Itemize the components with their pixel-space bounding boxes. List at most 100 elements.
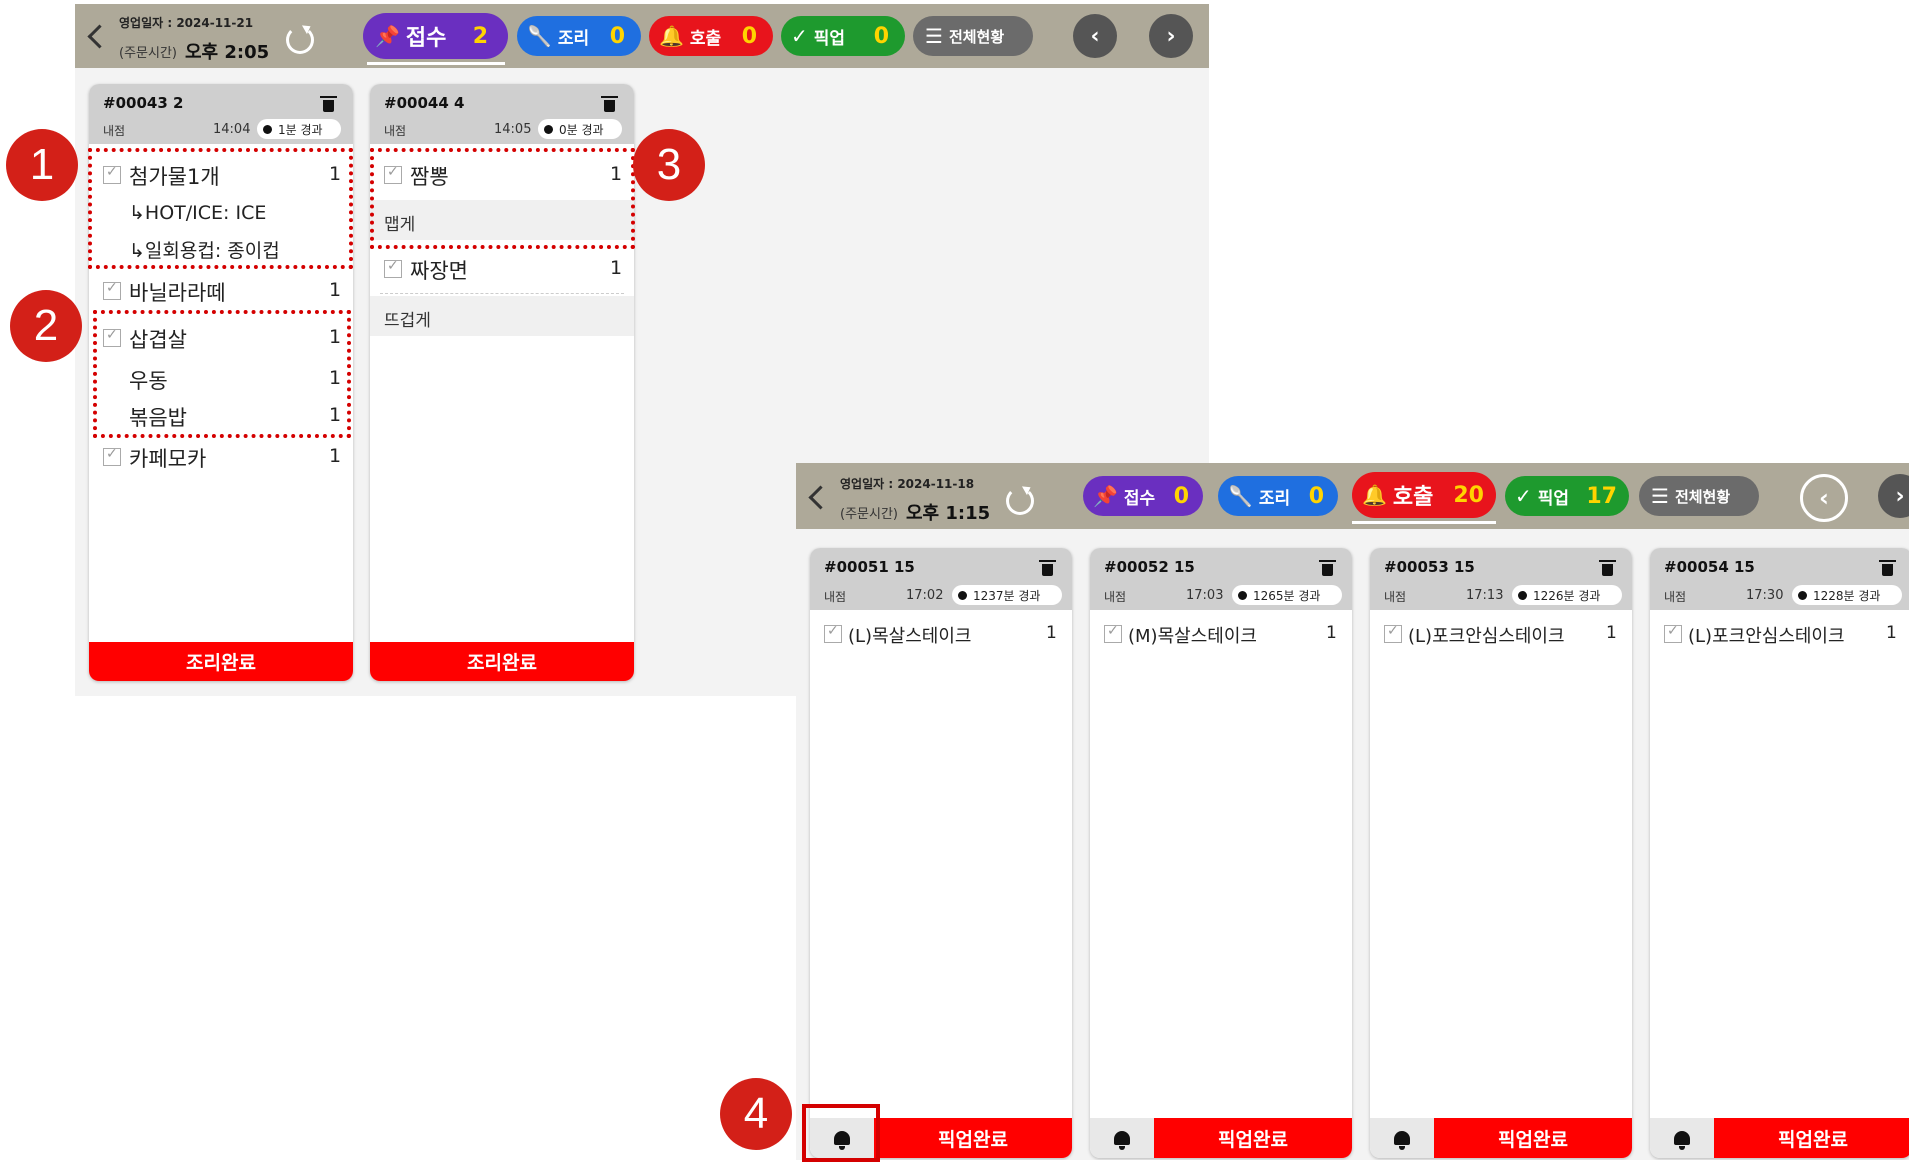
item-checkbox[interactable] xyxy=(1664,623,1682,643)
item-qty: 1 xyxy=(329,279,342,301)
order-card-header: #00043 2 내점 14:04 1분 경과 xyxy=(89,84,353,144)
back-icon[interactable] xyxy=(87,24,112,49)
tab-cooking[interactable]: 🥄 조리 0 xyxy=(517,16,641,56)
bell-icon: 🔔 xyxy=(659,24,684,48)
pin-icon: 📌 xyxy=(1093,484,1118,508)
highlight-box-4 xyxy=(802,1104,880,1162)
order-card-header: #00053 15 내점 17:13 1226분 경과 xyxy=(1370,548,1632,610)
back-icon[interactable] xyxy=(808,485,833,510)
item-qty: 1 xyxy=(1606,623,1617,643)
elapsed-badge: 1분 경과 xyxy=(257,119,341,139)
step-marker-3: 3 xyxy=(633,129,705,201)
order-time: 17:13 xyxy=(1466,588,1504,603)
item-qty: 1 xyxy=(1046,623,1057,643)
item-checkbox[interactable] xyxy=(824,623,842,643)
order-time: 17:02 xyxy=(906,588,944,603)
pickup-complete-button[interactable]: 픽업완료 xyxy=(1434,1118,1632,1158)
refresh-icon[interactable] xyxy=(1006,487,1034,515)
call-bell-button[interactable] xyxy=(1370,1118,1434,1158)
tab-count: 0 xyxy=(609,23,625,49)
order-number: #00043 2 xyxy=(103,94,184,112)
menu-icon: ☰ xyxy=(925,24,943,48)
item-qty: 1 xyxy=(1326,623,1337,643)
kds-screen-2: 영업일자 : 2024-11-18 (주문시간) 오후 1:15 📌 접수 0 … xyxy=(796,463,1909,1160)
trash-icon[interactable] xyxy=(601,96,618,112)
divider xyxy=(380,293,624,294)
tab-overview[interactable]: ☰ 전체현황 xyxy=(913,16,1033,56)
order-card[interactable]: #00051 15 내점 17:02 1237분 경과 (L)목살스테이크 1 … xyxy=(810,548,1072,1158)
call-bell-button[interactable] xyxy=(1650,1118,1714,1158)
tab-call[interactable]: 🔔 호출 0 xyxy=(649,16,773,56)
bell-icon xyxy=(1394,1131,1410,1150)
order-number: #00044 4 xyxy=(384,94,465,112)
step-marker-4: 4 xyxy=(720,1078,792,1150)
tab-call[interactable]: 🔔 호출 20 xyxy=(1352,472,1496,518)
order-time: 오후 2:05 xyxy=(185,42,270,63)
item-checkbox[interactable] xyxy=(103,280,121,300)
order-type: 내점 xyxy=(384,124,407,138)
trash-icon[interactable] xyxy=(1599,560,1616,576)
trash-icon[interactable] xyxy=(1879,560,1896,576)
order-time: 14:05 xyxy=(494,122,532,137)
next-page-button[interactable]: › xyxy=(1878,474,1909,518)
prev-page-button[interactable]: ‹ xyxy=(1800,474,1848,522)
tab-count: 2 xyxy=(472,23,488,49)
tab-count: 17 xyxy=(1586,483,1617,509)
clock-icon xyxy=(958,590,967,600)
tab-pickup[interactable]: ✓ 픽업 0 xyxy=(781,16,905,56)
cook-complete-button[interactable]: 조리완료 xyxy=(89,642,353,681)
cook-complete-button[interactable]: 조리완료 xyxy=(370,642,634,681)
item-name: 카페모카 xyxy=(129,447,207,471)
order-number: #00052 15 xyxy=(1104,558,1195,576)
tab-count: 0 xyxy=(1308,483,1324,509)
order-number: #00053 15 xyxy=(1384,558,1475,576)
pickup-complete-button[interactable]: 픽업완료 xyxy=(1154,1118,1352,1158)
clock-icon xyxy=(263,124,272,134)
call-bell-button[interactable] xyxy=(1090,1118,1154,1158)
business-date: 영업일자 : 2024-11-21 xyxy=(119,16,254,30)
tab-received[interactable]: 📌 접수 2 xyxy=(363,13,508,59)
item-checkbox[interactable] xyxy=(103,446,121,466)
order-card[interactable]: #00052 15 내점 17:03 1265분 경과 (M)목살스테이크 1 … xyxy=(1090,548,1352,1158)
elapsed-badge: 0분 경과 xyxy=(538,119,622,139)
pin-icon: 📌 xyxy=(375,24,400,48)
order-card[interactable]: #00054 15 내점 17:30 1228분 경과 (L)포크안심스테이크 … xyxy=(1650,548,1909,1158)
next-page-button[interactable]: › xyxy=(1149,14,1193,58)
item-checkbox[interactable] xyxy=(1104,623,1122,643)
ladle-icon: 🥄 xyxy=(1228,484,1253,508)
item-name: (L)포크안심스테이크 xyxy=(1688,626,1845,647)
trash-icon[interactable] xyxy=(320,96,337,112)
order-time: 14:04 xyxy=(213,122,251,137)
tab-overview[interactable]: ☰ 전체현황 xyxy=(1639,476,1759,516)
tab-pickup[interactable]: ✓ 픽업 17 xyxy=(1505,476,1629,516)
bell-icon xyxy=(1114,1131,1130,1150)
tab-count: 0 xyxy=(741,23,757,49)
order-type: 내점 xyxy=(103,124,126,138)
trash-icon[interactable] xyxy=(1039,560,1056,576)
order-time: 오후 1:15 xyxy=(906,503,991,524)
order-card-header: #00054 15 내점 17:30 1228분 경과 xyxy=(1650,548,1909,610)
item-name: (L)목살스테이크 xyxy=(848,626,972,647)
order-time-label: (주문시간) xyxy=(119,46,177,61)
pickup-complete-button[interactable]: 픽업완료 xyxy=(1714,1118,1909,1158)
clock-icon xyxy=(1238,590,1247,600)
elapsed-badge: 1226분 경과 xyxy=(1512,585,1622,605)
order-type: 내점 xyxy=(1104,590,1127,604)
item-checkbox[interactable] xyxy=(384,258,402,278)
refresh-icon[interactable] xyxy=(286,26,314,54)
tab-received[interactable]: 📌 접수 0 xyxy=(1083,476,1203,516)
pickup-complete-button[interactable]: 픽업완료 xyxy=(874,1118,1072,1158)
business-date: 영업일자 : 2024-11-18 xyxy=(840,477,975,491)
tab-count: 0 xyxy=(873,23,889,49)
item-name: 짜장면 xyxy=(410,259,468,283)
order-card[interactable]: #00053 15 내점 17:13 1226분 경과 (L)포크안심스테이크 … xyxy=(1370,548,1632,1158)
trash-icon[interactable] xyxy=(1319,560,1336,576)
tab-cooking[interactable]: 🥄 조리 0 xyxy=(1218,476,1338,516)
item-checkbox[interactable] xyxy=(1384,623,1402,643)
order-time-label: (주문시간) xyxy=(840,507,898,522)
prev-page-button[interactable]: ‹ xyxy=(1073,14,1117,58)
check-icon: ✓ xyxy=(1515,484,1532,508)
top-bar: 영업일자 : 2024-11-18 (주문시간) 오후 1:15 📌 접수 0 … xyxy=(796,463,1909,529)
highlight-box-1 xyxy=(88,148,353,269)
top-bar: 영업일자 : 2024-11-21 (주문시간) 오후 2:05 📌 접수 2 … xyxy=(75,4,1209,68)
